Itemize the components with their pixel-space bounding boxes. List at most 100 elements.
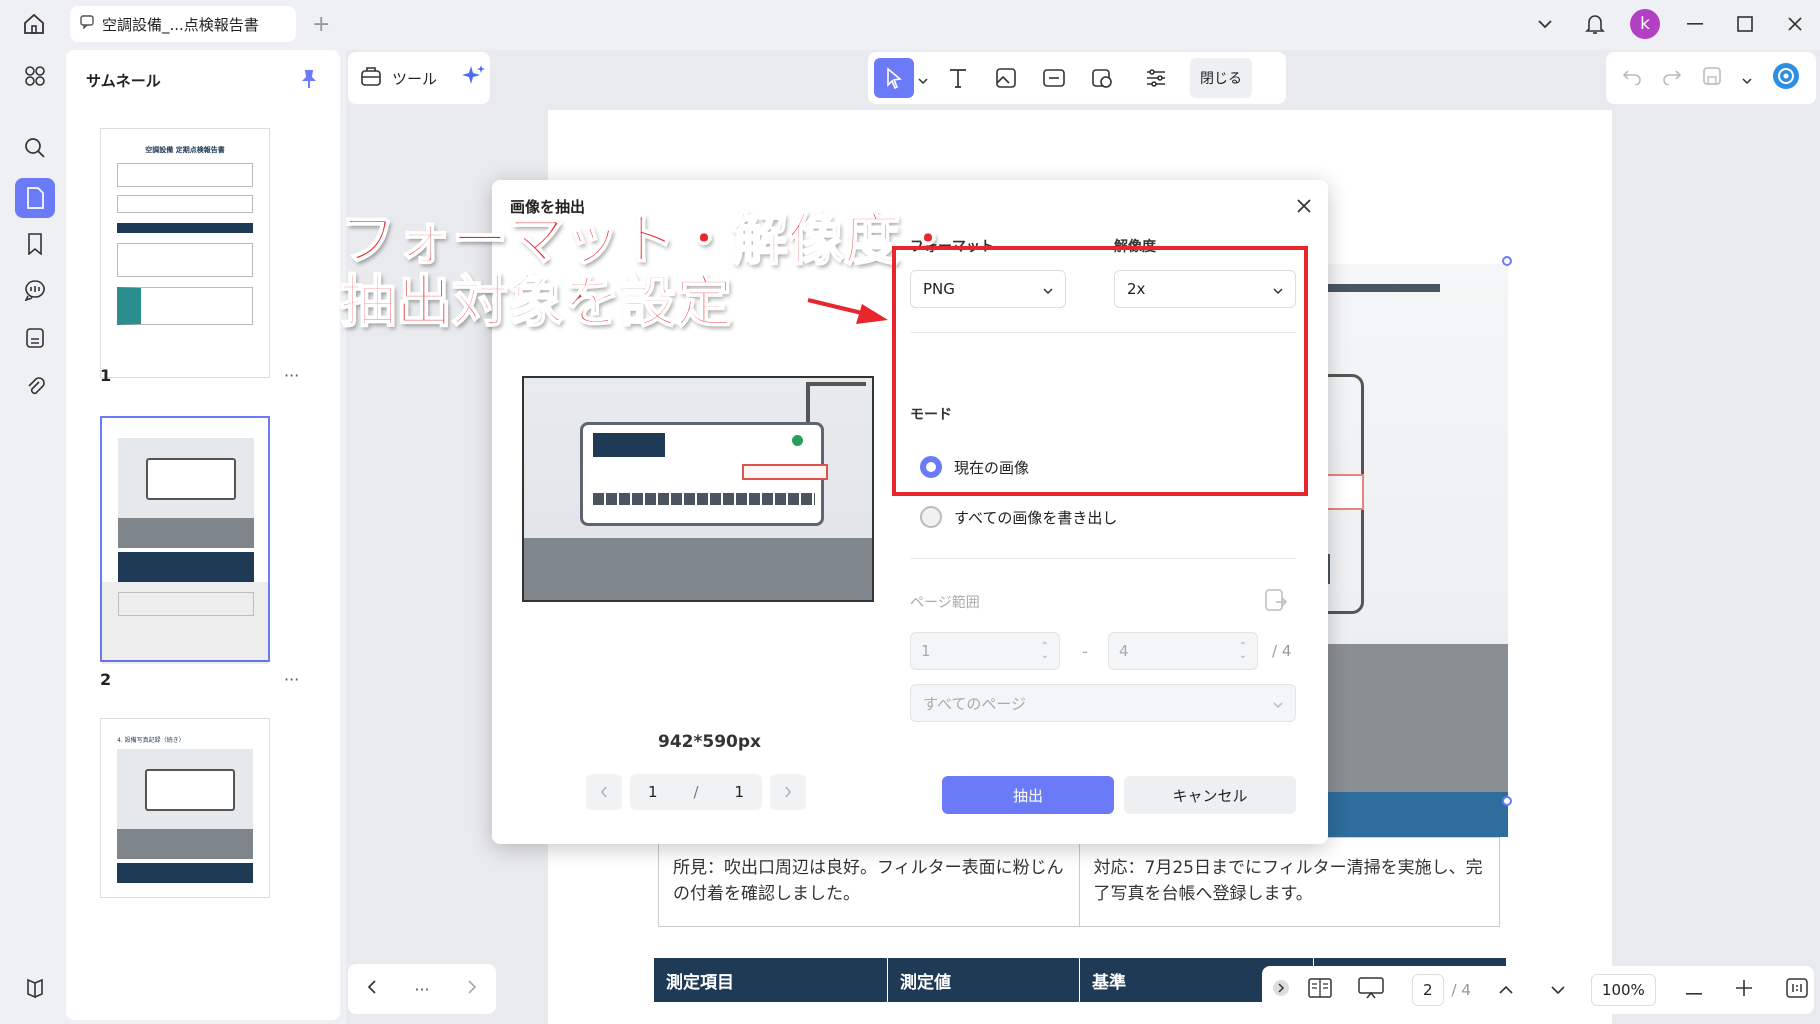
action-cell: 対応：7月25日までにフィルター清掃を実施し、完了写真を台帳へ登録します。 (1093, 858, 1483, 904)
edit-toolbar: 閉じる (868, 52, 1286, 104)
ai-sparkle-icon[interactable] (461, 63, 487, 93)
range-from-value: 1 (921, 642, 931, 660)
two-page-view-icon[interactable] (1308, 978, 1332, 1002)
avatar[interactable]: k (1630, 9, 1660, 39)
chevron-left-icon[interactable] (586, 774, 622, 810)
comment-panel-icon[interactable] (15, 270, 55, 310)
chevron-right-icon[interactable] (467, 979, 477, 999)
more-button[interactable]: ··· (414, 980, 429, 999)
thumbnail-heading: 空調設備 定期点検報告書 (145, 146, 225, 154)
annotation-line: フォーマット・解像度・ (339, 208, 957, 273)
divider (910, 558, 1296, 559)
selected-image[interactable] (1320, 264, 1508, 837)
bell-icon[interactable] (1570, 0, 1620, 48)
select-tool-icon[interactable] (874, 58, 914, 98)
extract-button[interactable]: 抽出 (942, 776, 1114, 814)
stamp-tool-icon[interactable] (1080, 58, 1124, 98)
range-separator: - (1082, 642, 1088, 661)
zoom-in-icon[interactable] (1735, 980, 1752, 1000)
title-bar: 空調設備_...点検報告書 + k (0, 0, 1820, 48)
pin-icon[interactable] (300, 68, 318, 94)
pager-current: 1 (647, 783, 658, 801)
thumbnail-page-2[interactable] (100, 416, 270, 664)
pager-sep: / (693, 783, 699, 801)
text-tool-icon[interactable] (936, 58, 980, 98)
range-from-input: 1 ⌃ ⌄ (910, 632, 1060, 670)
collapse-icon[interactable] (1272, 979, 1290, 1001)
range-to-input: 4 ⌃ ⌄ (1108, 632, 1258, 670)
page-range-icon (1264, 588, 1288, 616)
thumbnail-more-button[interactable]: ··· (284, 366, 299, 385)
new-tab-button[interactable]: + (312, 12, 330, 37)
stepper-icon: ⌃ ⌄ (1238, 641, 1247, 661)
thumbnail-panel: サムネール 空調設備 定期点検報告書 1 ··· 2 ··· 4. 設備写真記録… (66, 50, 340, 1020)
left-rail (6, 50, 62, 1020)
selection-handle[interactable] (1502, 256, 1512, 266)
tools-button[interactable]: ツール (392, 68, 437, 89)
image-tool-icon[interactable] (984, 58, 1028, 98)
chevron-right-icon[interactable] (770, 774, 806, 810)
assistant-icon[interactable] (1772, 62, 1800, 94)
close-window-icon[interactable] (1770, 0, 1820, 48)
thumbnail-page-1[interactable]: 空調設備 定期点検報告書 (100, 128, 270, 378)
home-icon[interactable] (20, 10, 48, 38)
selection-handle[interactable] (1502, 796, 1512, 806)
finding-cell: 所見：吹出口周辺は良好。フィルター表面に粉じんの付着を確認しました。 (659, 838, 1080, 926)
pager-total: 1 (734, 783, 744, 801)
history-toolbar (1606, 52, 1816, 104)
chevron-left-icon[interactable] (367, 979, 377, 999)
tab-title: 空調設備_...点検報告書 (102, 15, 259, 34)
form-icon[interactable] (15, 318, 55, 358)
chevron-down-icon (1273, 694, 1283, 712)
chevron-down-icon[interactable] (1551, 981, 1565, 999)
thumbnail-heading: 4. 設備写真記録（続き） (117, 737, 185, 744)
findings-table: 所見：吹出口周辺は良好。フィルター表面に粉じんの付着を確認しました。 対応：7月… (658, 837, 1500, 927)
close-edit-button[interactable]: 閉じる (1190, 58, 1252, 98)
thumbnail-page-3[interactable]: 4. 設備写真記録（続き） (100, 718, 270, 898)
attachment-icon[interactable] (15, 366, 55, 406)
page-thumbnail-icon[interactable] (15, 178, 55, 218)
page-total: / 4 (1451, 981, 1471, 999)
layers-icon[interactable] (15, 968, 55, 1008)
undo-icon[interactable] (1622, 67, 1642, 89)
actual-size-icon[interactable] (1786, 978, 1808, 1002)
redo-icon[interactable] (1662, 67, 1682, 89)
toolbox-icon[interactable] (360, 65, 382, 91)
maximize-icon[interactable] (1720, 0, 1770, 48)
minimize-icon[interactable] (1670, 0, 1720, 48)
search-icon[interactable] (15, 128, 55, 168)
apps-icon[interactable] (15, 56, 55, 96)
chevron-down-icon[interactable] (918, 69, 932, 88)
mode-option-all[interactable]: すべての画像を書き出し (920, 506, 1117, 528)
save-icon[interactable] (1702, 66, 1722, 90)
thumbnail-more-button[interactable]: ··· (284, 670, 299, 689)
stepper-icon: ⌃ ⌄ (1040, 641, 1049, 661)
page-range-value: すべてのページ (923, 694, 1027, 713)
zoom-out-icon[interactable] (1685, 981, 1702, 999)
mode-option-label: すべての画像を書き出し (954, 508, 1118, 527)
page-range-label: ページ範囲 (910, 595, 980, 611)
zoom-level[interactable]: 100% (1590, 974, 1656, 1006)
panel-title: サムネール (86, 72, 161, 90)
annotation-arrow-icon (806, 296, 890, 330)
bookmark-icon[interactable] (15, 224, 55, 264)
chevron-up-icon[interactable] (1499, 981, 1513, 999)
chevron-down-icon[interactable] (1742, 69, 1752, 88)
settings-sliders-icon[interactable] (1134, 58, 1178, 98)
image-size: 942*590px (658, 732, 761, 752)
annotation-highlight-box (892, 246, 1308, 496)
page-number-input[interactable]: 2 (1412, 974, 1444, 1006)
link-tool-icon[interactable] (1032, 58, 1076, 98)
presentation-icon[interactable] (1358, 977, 1384, 1003)
comment-icon (80, 15, 94, 33)
document-tab[interactable]: 空調設備_...点検報告書 (70, 6, 296, 42)
range-total: / 4 (1272, 642, 1292, 660)
radio-unselected-icon (920, 506, 942, 528)
close-icon[interactable] (1290, 192, 1318, 220)
cancel-button[interactable]: キャンセル (1124, 776, 1296, 814)
table-header: 測定項目 (654, 958, 888, 1002)
thumbnail-nav: ··· (348, 964, 496, 1014)
chevron-down-icon[interactable] (1520, 0, 1570, 48)
zoom-bar: 2 / 4 100% (1262, 966, 1814, 1014)
image-preview (522, 376, 874, 602)
